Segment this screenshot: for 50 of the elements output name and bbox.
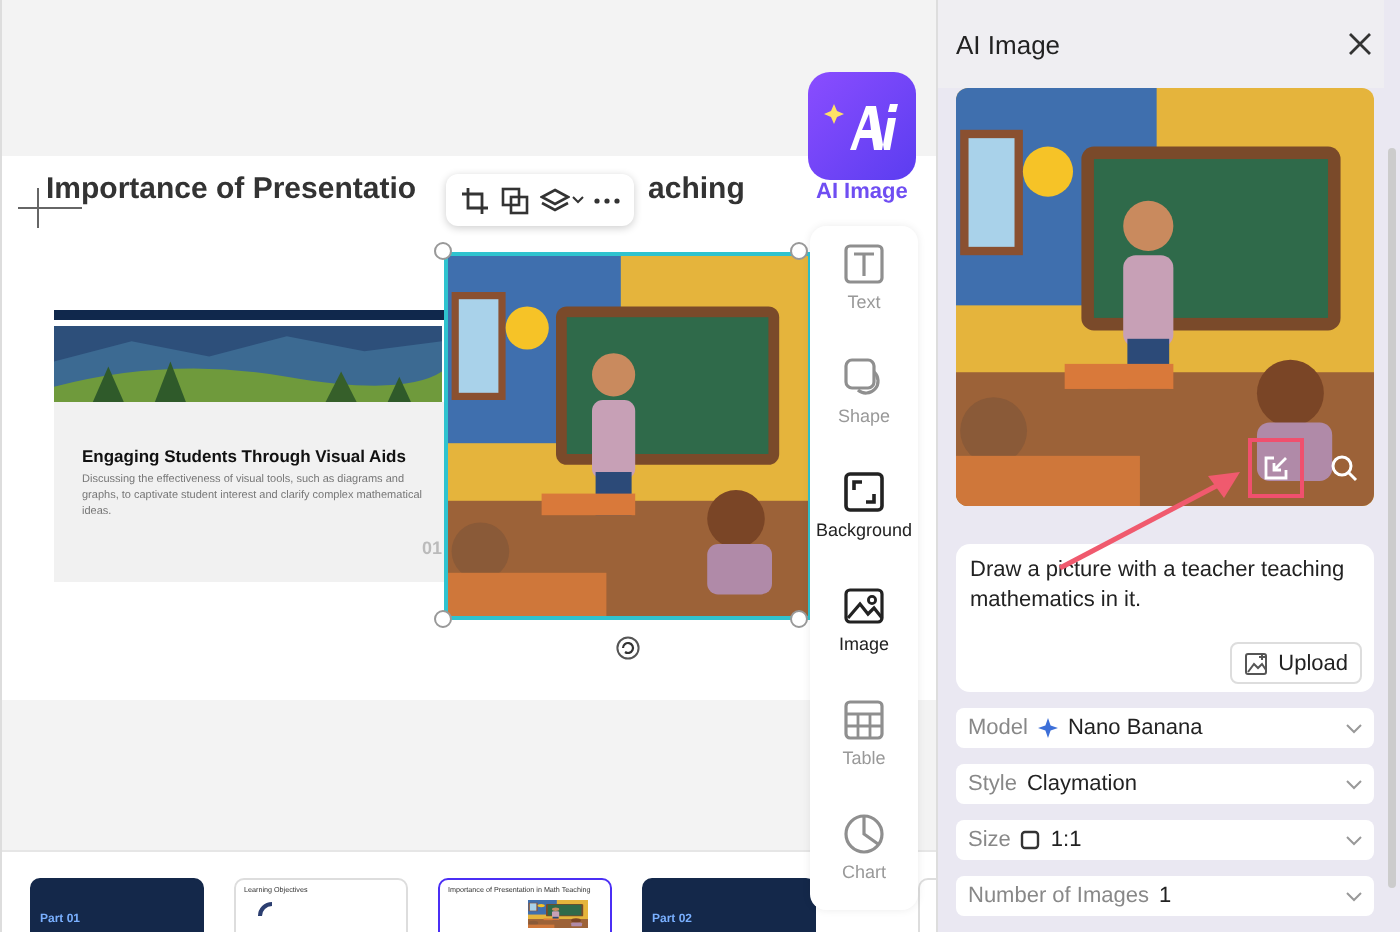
dropdown-value: 1:1	[1050, 828, 1082, 852]
prompt-text: Draw a picture with a teacher teaching mathematics in it.	[970, 556, 1347, 617]
dropdown-label: Size	[968, 828, 1011, 852]
dropdown-value: Claymation	[1026, 772, 1137, 796]
close-icon[interactable]	[1348, 32, 1372, 56]
caret-down-icon	[572, 196, 585, 204]
search-icon	[1330, 454, 1358, 482]
ai-image-label: AI Image	[816, 180, 908, 204]
upload-button[interactable]: Upload	[1230, 642, 1362, 684]
crop-icon	[459, 185, 490, 215]
toolbar-button[interactable]	[459, 185, 490, 215]
prompt-field[interactable]: Draw a picture with a teacher teaching mathematics in it. Upload	[956, 544, 1374, 692]
pie-chart-icon	[842, 812, 886, 856]
dropdown-label: Model	[968, 716, 1028, 740]
toolbar-button[interactable]	[540, 185, 585, 215]
dropdown[interactable]: Number of Images 1	[956, 876, 1374, 916]
chevron-down-icon	[1346, 835, 1362, 845]
dropdown-label: Number of Images	[968, 884, 1149, 908]
card-heading: Engaging Students Through Visual Aids	[82, 446, 408, 466]
rotate-handle-icon[interactable]	[616, 636, 640, 660]
export-icon	[1262, 454, 1290, 482]
ai-image-button[interactable]	[808, 72, 916, 180]
sparkle-icon	[1037, 718, 1058, 738]
text-box-icon	[842, 242, 886, 286]
tool-button[interactable]: Background	[810, 470, 918, 566]
image-icon	[842, 584, 886, 628]
toolbar-button[interactable]	[594, 197, 621, 203]
chevron-down-icon	[1346, 723, 1362, 733]
dropdown[interactable]: Size 1:1	[956, 820, 1374, 860]
chevron-down-icon	[1346, 779, 1362, 789]
dropdown-label: Style	[968, 772, 1017, 796]
shape-icon	[842, 356, 886, 400]
copy-icon	[499, 185, 530, 215]
more-icon	[594, 197, 621, 203]
dropdown-value: 1	[1158, 884, 1172, 908]
dropdown[interactable]: Style Claymation	[956, 764, 1374, 804]
export-button[interactable]	[1248, 438, 1304, 498]
slide-title: Importance of Presentatio	[46, 172, 417, 206]
tool-button[interactable]: Image	[810, 584, 918, 680]
slide-title: aching	[648, 172, 745, 206]
square-icon	[1020, 830, 1041, 850]
dropdown[interactable]: Model Nano Banana	[956, 708, 1374, 748]
image-add-icon	[1244, 651, 1269, 675]
layers-icon	[540, 185, 571, 215]
frame-icon	[842, 470, 886, 514]
dropdown-value: Nano Banana	[1067, 716, 1203, 740]
toolbar-button[interactable]	[499, 185, 530, 215]
panel-title: AI Image	[956, 29, 1061, 59]
chevron-down-icon	[1346, 891, 1362, 901]
table-icon	[842, 698, 886, 742]
